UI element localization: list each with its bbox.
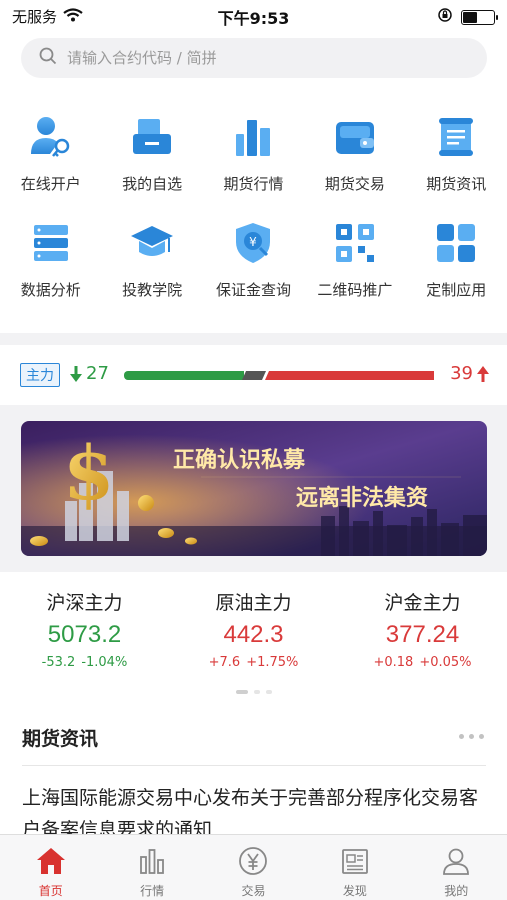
yen-coin-icon bbox=[239, 847, 268, 875]
status-bar: 无服务 下午9:53 bbox=[0, 0, 507, 30]
discover-news-icon bbox=[341, 849, 368, 874]
custom-apps-icon bbox=[437, 224, 476, 262]
grid-item-online-account[interactable]: 在线开户 bbox=[0, 110, 101, 216]
grid-item-label: 投教学院 bbox=[122, 281, 183, 299]
pager-dot-active bbox=[235, 690, 248, 694]
rising-count: 39 bbox=[450, 363, 489, 384]
falling-count-value: 27 bbox=[86, 363, 109, 384]
index-change-percent: +1.75% bbox=[246, 655, 299, 670]
grid-item-futures-market[interactable]: 期货行情 bbox=[203, 110, 304, 216]
svg-text:¥: ¥ bbox=[250, 235, 258, 249]
banner-title-line1: 正确认识私募 bbox=[173, 447, 306, 473]
tab-label: 行情 bbox=[140, 884, 165, 898]
svg-text:$: $ bbox=[63, 431, 115, 517]
index-value: 5073.2 bbox=[47, 621, 122, 648]
main-force-badge: 主力 bbox=[20, 363, 60, 387]
bar-chart-icon bbox=[236, 120, 271, 156]
index-change-percent: +0.05% bbox=[419, 655, 472, 670]
grid-item-qr-promotion[interactable]: 二维码推广 bbox=[304, 216, 405, 322]
deposit-shield-icon: ¥ bbox=[236, 223, 271, 263]
index-value: 442.3 bbox=[223, 621, 284, 648]
index-change: +0.18 +0.05% bbox=[373, 655, 471, 670]
tab-market[interactable]: 行情 bbox=[101, 835, 202, 900]
qr-code-icon bbox=[335, 224, 374, 262]
grid-item-deposit-query[interactable]: ¥ 保证金查询 bbox=[203, 216, 304, 322]
more-icon[interactable] bbox=[459, 734, 484, 739]
index-card-crude-oil[interactable]: 原油主力 442.3 +7.6 +1.75% bbox=[169, 588, 338, 670]
carousel-pager[interactable] bbox=[0, 690, 507, 694]
orientation-lock-icon bbox=[437, 7, 453, 27]
graduation-cap-icon bbox=[131, 226, 174, 256]
grid-item-custom-apps[interactable]: 定制应用 bbox=[406, 216, 507, 322]
tab-mine[interactable]: 我的 bbox=[406, 835, 507, 900]
index-change-amount: +0.18 bbox=[373, 655, 414, 670]
news-section-title: 期货资讯 bbox=[22, 728, 99, 750]
wallet-icon bbox=[335, 122, 374, 154]
index-card-gold[interactable]: 沪金主力 377.24 +0.18 +0.05% bbox=[338, 588, 507, 670]
promo-banner[interactable]: $ 正确认识私募 远离非法集资 bbox=[21, 421, 487, 556]
rise-fall-ratio-bar bbox=[124, 371, 434, 380]
falling-count: 27 bbox=[70, 363, 109, 384]
index-change-amount: +7.6 bbox=[208, 655, 241, 670]
news-scroll-icon bbox=[439, 118, 474, 156]
tab-home[interactable]: 首页 bbox=[0, 835, 101, 900]
grid-item-label: 期货交易 bbox=[324, 175, 385, 193]
tab-trade[interactable]: 交易 bbox=[203, 835, 304, 900]
tab-label: 交易 bbox=[241, 884, 266, 898]
favorites-icon bbox=[133, 119, 172, 154]
index-change: -53.2 -1.04% bbox=[42, 655, 128, 670]
news-section-header: 期货资讯 bbox=[22, 718, 486, 766]
grid-item-investor-academy[interactable]: 投教学院 bbox=[101, 216, 202, 322]
main-force-bar[interactable]: 主力 27 39 bbox=[0, 345, 507, 405]
grid-item-label: 定制应用 bbox=[426, 281, 487, 299]
pager-dot bbox=[265, 690, 272, 694]
pager-dot bbox=[253, 690, 260, 694]
market-bars-icon bbox=[140, 849, 164, 874]
grid-item-label: 我的自选 bbox=[122, 175, 183, 193]
index-change: +7.6 +1.75% bbox=[209, 655, 299, 670]
user-account-icon bbox=[30, 117, 69, 157]
banner-title-line2: 远离非法集资 bbox=[296, 485, 428, 511]
index-name: 原油主力 bbox=[215, 592, 292, 614]
clock: 下午9:53 bbox=[217, 9, 290, 28]
index-name: 沪深主力 bbox=[46, 592, 123, 614]
grid-item-label: 在线开户 bbox=[20, 175, 81, 193]
index-value: 377.24 bbox=[385, 621, 460, 648]
index-name: 沪金主力 bbox=[384, 592, 461, 614]
search-icon bbox=[39, 47, 57, 69]
profile-icon bbox=[443, 848, 470, 875]
feature-grid: 在线开户 我的自选 期货行情 期货交易 期货资讯 数据分析 投教学院 ¥ 保证金… bbox=[0, 110, 507, 322]
grid-item-futures-trading[interactable]: 期货交易 bbox=[304, 110, 405, 216]
arrow-up-icon bbox=[477, 365, 489, 382]
bottom-tab-bar: 首页 行情 交易 发现 我的 bbox=[0, 834, 507, 900]
banner-image: $ 正确认识私募 远离非法集资 bbox=[21, 421, 487, 556]
search-bar[interactable] bbox=[21, 38, 487, 78]
grid-item-my-favorites[interactable]: 我的自选 bbox=[101, 110, 202, 216]
database-icon bbox=[33, 225, 68, 261]
tab-discover[interactable]: 发现 bbox=[304, 835, 405, 900]
rising-count-value: 39 bbox=[450, 363, 473, 384]
tab-label: 我的 bbox=[444, 884, 469, 898]
grid-item-label: 二维码推广 bbox=[317, 281, 393, 299]
grid-item-futures-news[interactable]: 期货资讯 bbox=[406, 110, 507, 216]
index-change-amount: -53.2 bbox=[41, 655, 76, 670]
tab-label: 发现 bbox=[342, 884, 367, 898]
grid-item-label: 期货资讯 bbox=[426, 175, 487, 193]
arrow-down-icon bbox=[70, 365, 82, 382]
tab-label: 首页 bbox=[38, 884, 63, 898]
grid-item-label: 期货行情 bbox=[223, 175, 284, 193]
index-change-percent: -1.04% bbox=[81, 655, 128, 670]
grid-item-label: 保证金查询 bbox=[215, 281, 291, 299]
home-icon bbox=[36, 848, 65, 874]
battery-icon bbox=[461, 9, 498, 25]
grid-item-label: 数据分析 bbox=[20, 281, 81, 299]
index-carousel: 沪深主力 5073.2 -53.2 -1.04% 原油主力 442.3 +7.6… bbox=[0, 588, 507, 670]
index-card-hs300[interactable]: 沪深主力 5073.2 -53.2 -1.04% bbox=[0, 588, 169, 670]
grid-item-data-analysis[interactable]: 数据分析 bbox=[0, 216, 101, 322]
search-input[interactable] bbox=[67, 49, 467, 67]
section-divider bbox=[0, 333, 507, 345]
